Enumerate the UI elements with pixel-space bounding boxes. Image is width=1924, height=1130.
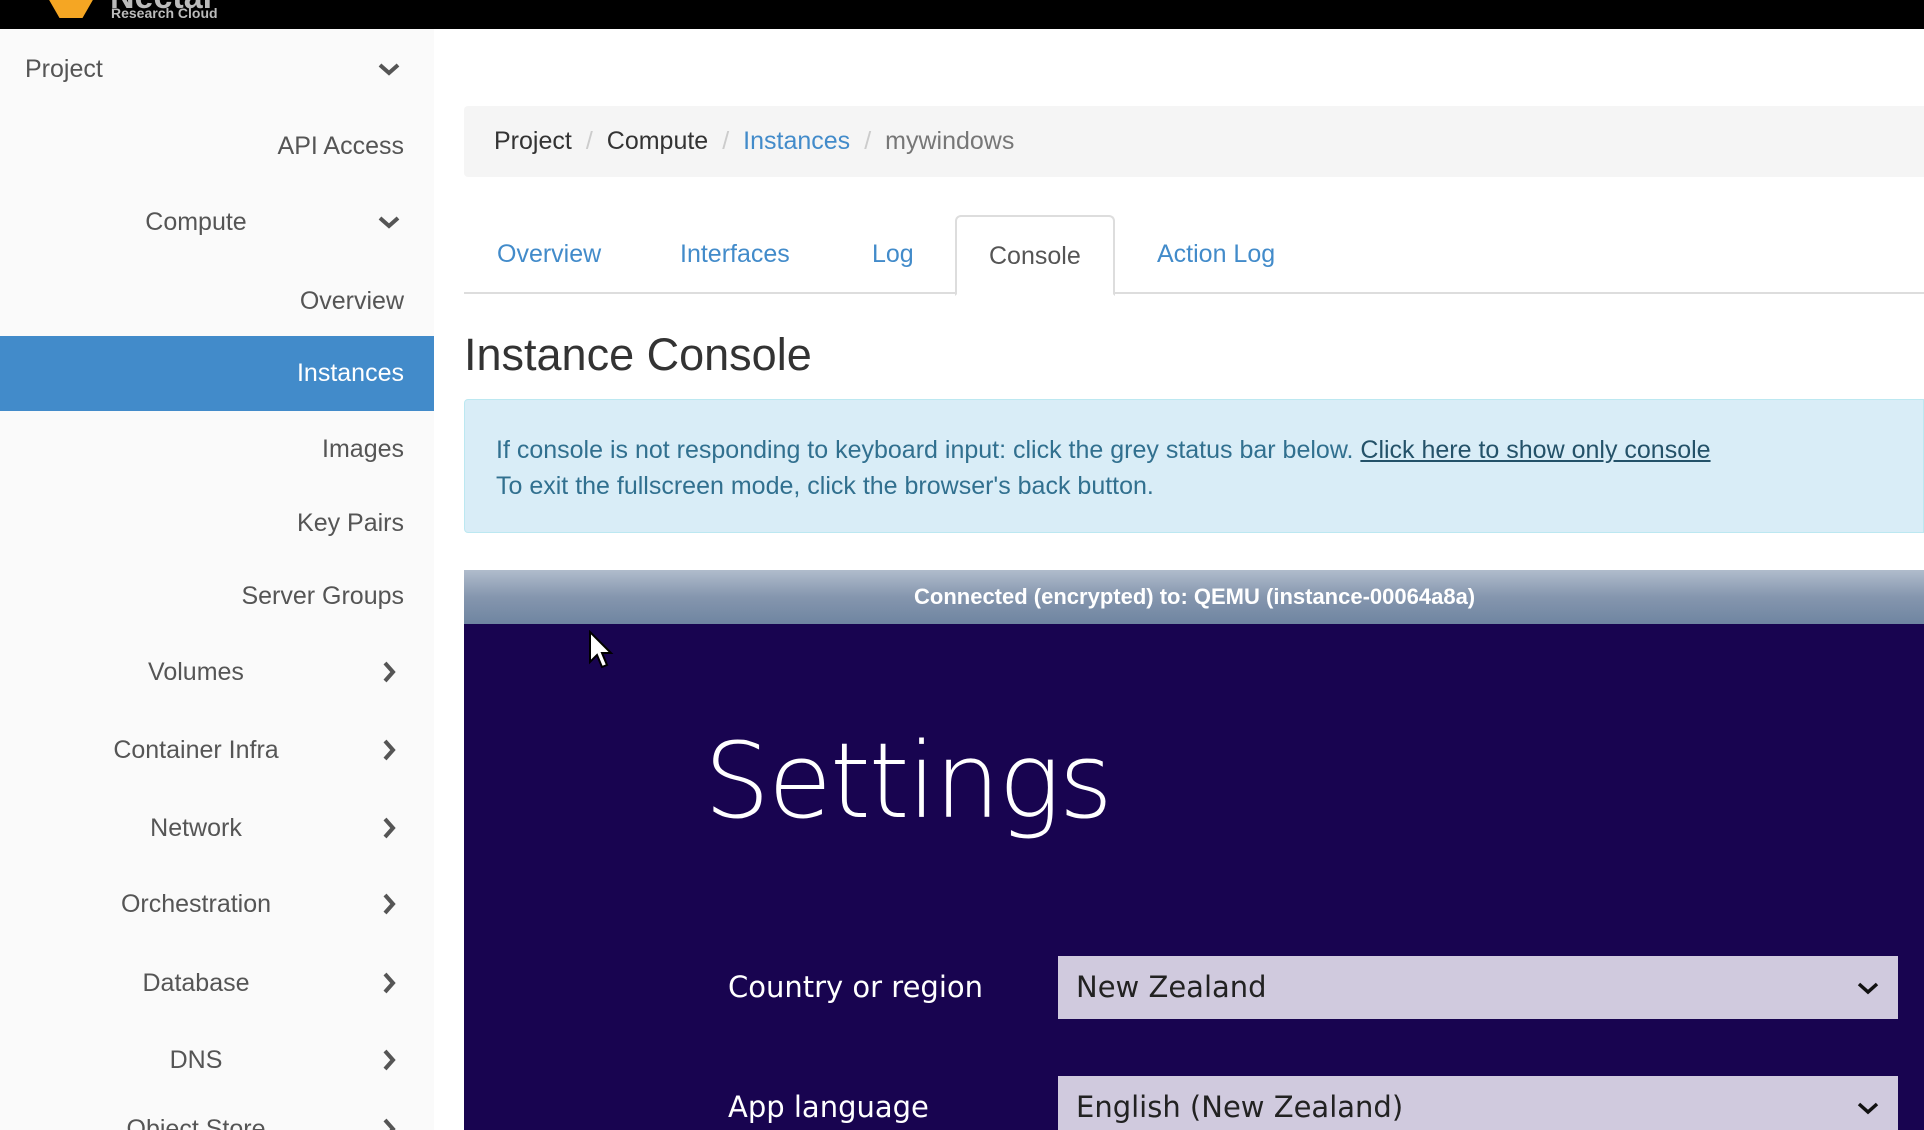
sidebar-item-compute[interactable]: Compute xyxy=(0,192,434,252)
sidebar-item-label: DNS xyxy=(169,1045,223,1074)
tab-overview[interactable]: Overview xyxy=(497,215,601,294)
sidebar-item-label: Object Store xyxy=(126,1114,266,1130)
sidebar-item-api-access[interactable]: API Access xyxy=(0,116,434,176)
sidebar-item-label: API Access xyxy=(277,131,404,160)
console-status-bar[interactable]: Connected (encrypted) to: QEMU (instance… xyxy=(464,570,1924,624)
app-language-label: App language xyxy=(728,1090,929,1124)
page-title: Instance Console xyxy=(464,329,812,380)
sidebar-item-database[interactable]: Database xyxy=(0,953,434,1013)
tab-action-log[interactable]: Action Log xyxy=(1157,215,1275,294)
vnc-console[interactable]: Connected (encrypted) to: QEMU (instance… xyxy=(464,570,1924,1130)
breadcrumb-current: mywindows xyxy=(885,127,1015,155)
app-language-value: English (New Zealand) xyxy=(1076,1090,1404,1124)
chevron-right-icon xyxy=(377,816,401,840)
sidebar-item-label: Images xyxy=(322,434,404,463)
sidebar-item-project[interactable]: Project xyxy=(0,39,434,99)
sidebar-item-object-store[interactable]: Object Store xyxy=(0,1099,434,1130)
chevron-right-icon xyxy=(377,971,401,995)
show-only-console-link[interactable]: Click here to show only console xyxy=(1360,436,1710,464)
sidebar-item-label: Orchestration xyxy=(120,889,272,918)
tab-bar: Overview Interfaces Log Console Action L… xyxy=(464,215,1924,296)
alert-text: If console is not responding to keyboard… xyxy=(496,436,1354,464)
chevron-right-icon xyxy=(377,1117,401,1130)
sidebar-item-label: Network xyxy=(150,813,242,842)
sidebar-item-container-infra[interactable]: Container Infra xyxy=(0,720,434,780)
sidebar-item-images[interactable]: Images xyxy=(0,419,434,479)
logo-subtitle: Research Cloud xyxy=(111,5,218,21)
sidebar-item-label: Overview xyxy=(299,286,404,315)
sidebar-item-label: Compute xyxy=(145,207,247,236)
country-label: Country or region xyxy=(728,970,984,1004)
chevron-down-icon xyxy=(377,210,401,234)
tab-interfaces[interactable]: Interfaces xyxy=(680,215,790,294)
sidebar: Project API Access Compute Overview Inst… xyxy=(0,29,434,1130)
sidebar-item-label: Project xyxy=(25,54,103,83)
sidebar-item-server-groups[interactable]: Server Groups xyxy=(0,566,434,626)
chevron-down-icon xyxy=(1857,982,1879,995)
sidebar-item-dns[interactable]: DNS xyxy=(0,1030,434,1090)
settings-heading: Settings xyxy=(704,720,1113,842)
sidebar-item-label: Instances xyxy=(296,359,404,387)
sidebar-item-key-pairs[interactable]: Key Pairs xyxy=(0,493,434,553)
sidebar-item-orchestration[interactable]: Orchestration xyxy=(0,874,434,934)
info-alert: If console is not responding to keyboard… xyxy=(464,399,1924,533)
chevron-right-icon xyxy=(377,1048,401,1072)
breadcrumb-project: Project xyxy=(494,127,572,155)
main-content: Project / Compute / Instances / mywindows O… xyxy=(464,29,1924,1130)
tab-log[interactable]: Log xyxy=(872,215,914,294)
sidebar-item-overview[interactable]: Overview xyxy=(0,271,434,331)
mouse-cursor-icon xyxy=(589,630,614,669)
chevron-down-icon xyxy=(1857,1102,1879,1115)
country-select[interactable]: New Zealand xyxy=(1058,956,1898,1019)
sidebar-item-instances[interactable]: Instances xyxy=(0,336,434,411)
breadcrumb-instances-link[interactable]: Instances xyxy=(743,127,850,156)
alert-text-exit: To exit the fullscreen mode, click the b… xyxy=(496,472,1154,500)
breadcrumb-compute: Compute xyxy=(606,127,709,155)
tab-console[interactable]: Console xyxy=(955,215,1115,296)
top-bar: Nectar Research Cloud xyxy=(0,0,1924,29)
chevron-down-icon xyxy=(377,57,401,81)
sidebar-item-label: Container Infra xyxy=(113,735,279,764)
logo-hexagon-icon xyxy=(48,0,94,18)
chevron-right-icon xyxy=(377,892,401,916)
sidebar-item-network[interactable]: Network xyxy=(0,798,434,858)
sidebar-item-label: Database xyxy=(142,968,250,997)
sidebar-item-volumes[interactable]: Volumes xyxy=(0,642,434,702)
sidebar-item-label: Volumes xyxy=(148,657,244,686)
chevron-right-icon xyxy=(377,738,401,762)
breadcrumb: Project / Compute / Instances / mywindows xyxy=(464,106,1924,177)
sidebar-item-label: Key Pairs xyxy=(297,508,404,537)
app-language-select[interactable]: English (New Zealand) xyxy=(1058,1076,1898,1130)
chevron-right-icon xyxy=(377,660,401,684)
country-value: New Zealand xyxy=(1076,970,1267,1004)
sidebar-item-label: Server Groups xyxy=(241,581,404,610)
